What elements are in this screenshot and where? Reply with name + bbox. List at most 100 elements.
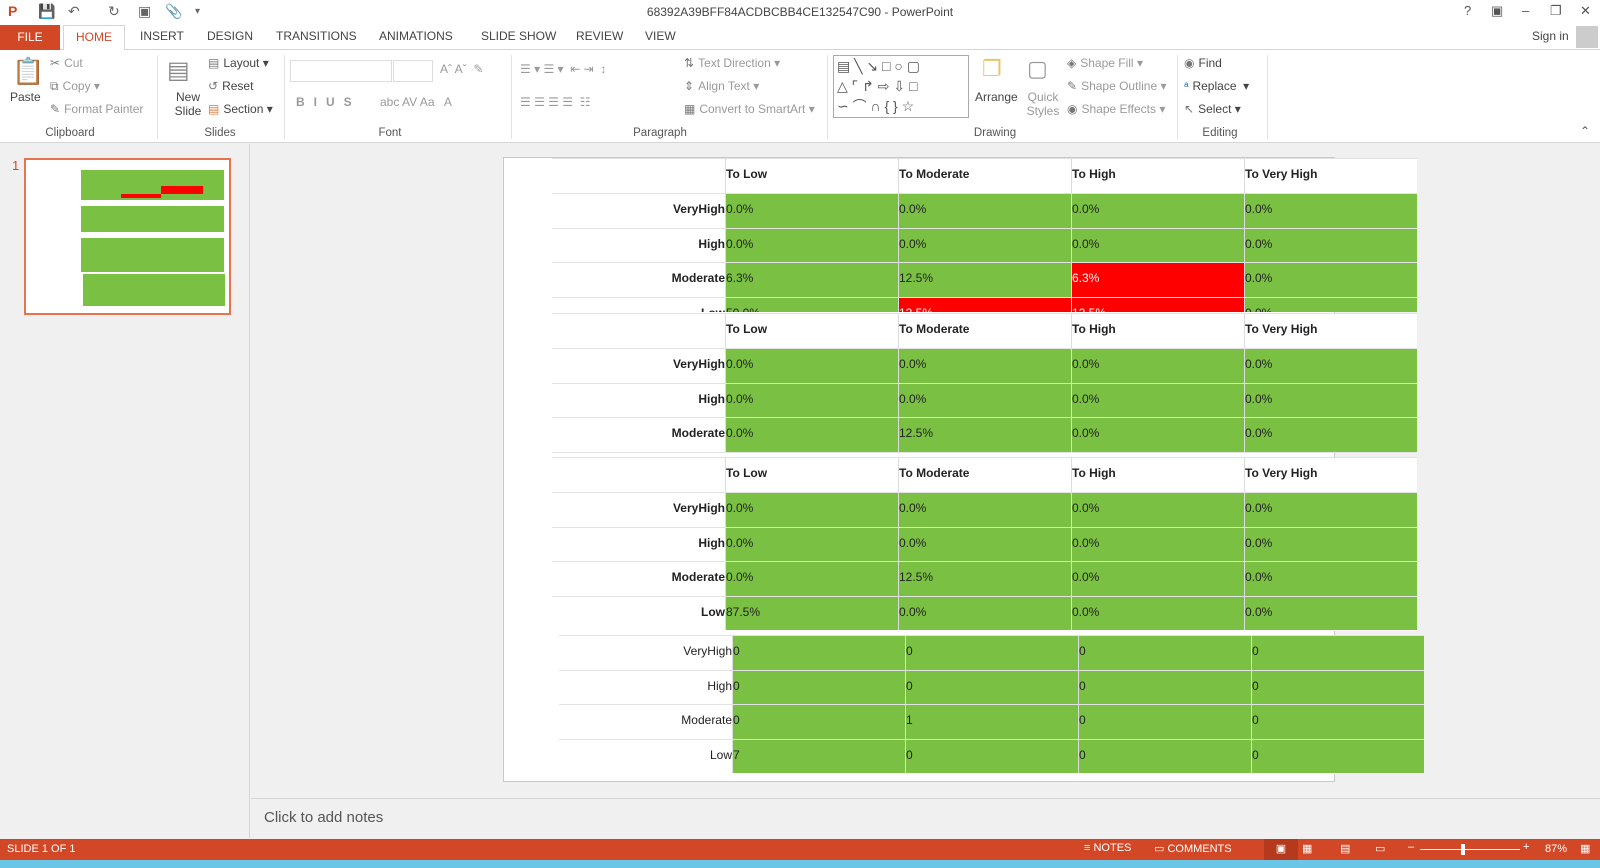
table-cell[interactable]: 0.0% bbox=[1071, 349, 1244, 383]
table-cell[interactable]: 0.0% bbox=[1071, 562, 1244, 596]
table-cell[interactable]: 6.3% bbox=[725, 263, 898, 297]
table-cell[interactable]: 0.0% bbox=[898, 194, 1071, 228]
text-direction-button[interactable]: ⇅ Text Direction ▾ bbox=[684, 56, 780, 70]
notes-placeholder[interactable]: Click to add notes bbox=[264, 809, 383, 826]
transition-table[interactable]: To Low To Moderate To High To Very High Very… bbox=[552, 313, 1417, 453]
tab-insert[interactable]: INSERT bbox=[132, 29, 192, 43]
zoom-slider-thumb[interactable] bbox=[1461, 844, 1465, 855]
new-slide-button[interactable]: New Slide bbox=[168, 90, 208, 118]
tab-view[interactable]: VIEW bbox=[637, 29, 684, 43]
table-cell[interactable]: 0.0% bbox=[898, 383, 1071, 417]
reset-button[interactable]: ↺ Reset bbox=[208, 79, 253, 93]
table-cell[interactable]: 0 bbox=[1251, 670, 1424, 704]
copy-button[interactable]: ⧉ Copy ▾ bbox=[50, 79, 100, 94]
restore-button[interactable]: ❐ bbox=[1550, 3, 1562, 19]
table-cell[interactable]: 0.0% bbox=[898, 493, 1071, 527]
shape-fill-button[interactable]: ◈ Shape Fill ▾ bbox=[1067, 56, 1143, 70]
table-cell[interactable] bbox=[725, 452, 898, 453]
tab-transitions[interactable]: TRANSITIONS bbox=[268, 29, 365, 43]
font-format-buttons[interactable]: BIUS bbox=[296, 95, 361, 109]
column-header[interactable]: To Very High bbox=[1244, 159, 1417, 193]
table-cell[interactable]: 12.5% bbox=[898, 263, 1071, 297]
table-cell[interactable]: 0 bbox=[1251, 636, 1424, 670]
table-cell[interactable]: 0 bbox=[1078, 636, 1251, 670]
table-cell[interactable]: 0 bbox=[1251, 705, 1424, 739]
collapse-ribbon-icon[interactable]: ⌃ bbox=[1580, 124, 1590, 138]
column-header[interactable]: To Moderate bbox=[898, 314, 1071, 348]
table-cell[interactable]: 0 bbox=[732, 705, 905, 739]
column-header[interactable]: To Very High bbox=[1244, 314, 1417, 348]
minimize-button[interactable]: – bbox=[1522, 3, 1529, 18]
table-cell[interactable]: 0.0% bbox=[725, 493, 898, 527]
table-cell[interactable]: 0.0% bbox=[898, 349, 1071, 383]
table-cell[interactable]: 0.0% bbox=[725, 527, 898, 561]
font-size-select[interactable] bbox=[393, 60, 433, 82]
table-cell[interactable]: 0.0% bbox=[1244, 263, 1417, 297]
table-cell[interactable]: 0.0% bbox=[1244, 349, 1417, 383]
table-cell[interactable]: 0.0% bbox=[725, 562, 898, 596]
notes-pane[interactable]: Click to add notes bbox=[251, 798, 1600, 838]
tab-design[interactable]: DESIGN bbox=[199, 29, 261, 43]
table-cell[interactable]: 0 bbox=[905, 670, 1078, 704]
table-cell[interactable]: 0 bbox=[732, 670, 905, 704]
shape-effects-button[interactable]: ◉ Shape Effects ▾ bbox=[1067, 102, 1165, 116]
quick-styles-button[interactable]: Quick Styles bbox=[1026, 90, 1060, 118]
reading-view-button[interactable]: ▤ bbox=[1340, 842, 1350, 855]
find-button[interactable]: ◉ Find bbox=[1184, 56, 1222, 70]
table-cell[interactable]: 0 bbox=[732, 636, 905, 670]
table-cell[interactable]: 0 bbox=[1078, 739, 1251, 773]
cut-button[interactable]: ✂ Cut bbox=[50, 56, 83, 70]
table-cell[interactable] bbox=[898, 452, 1071, 453]
paste-icon[interactable]: 📋 bbox=[12, 56, 44, 87]
table-cell[interactable]: 0.0% bbox=[1244, 194, 1417, 228]
user-avatar-icon[interactable] bbox=[1576, 26, 1598, 48]
table-cell[interactable]: 0.0% bbox=[725, 383, 898, 417]
table-cell[interactable]: 0.0% bbox=[725, 228, 898, 262]
table-cell[interactable]: 0.0% bbox=[898, 228, 1071, 262]
font-effects-buttons[interactable]: abc AV Aa A bbox=[380, 95, 452, 109]
column-header[interactable]: To Moderate bbox=[898, 159, 1071, 193]
transition-table[interactable]: To Low To Moderate To High To Very High Very… bbox=[552, 158, 1417, 312]
fit-to-window-icon[interactable]: ▦ bbox=[1580, 842, 1590, 855]
zoom-level[interactable]: 87% bbox=[1545, 843, 1567, 855]
list-buttons[interactable]: ☰ ▾ ☰ ▾ ⇤ ⇥ ↕ bbox=[520, 62, 606, 76]
table-cell[interactable]: 12.5% bbox=[898, 297, 1071, 312]
table-cell[interactable]: 0.0% bbox=[1244, 297, 1417, 312]
table-cell[interactable]: 0.0% bbox=[1244, 228, 1417, 262]
alignment-buttons[interactable]: ☰ ☰ ☰ ☰ ☷ bbox=[520, 95, 590, 109]
column-header[interactable]: To High bbox=[1071, 458, 1244, 492]
tab-slide-show[interactable]: SLIDE SHOW bbox=[473, 29, 564, 43]
replace-button[interactable]: ᵃ Replace ▾ bbox=[1184, 79, 1249, 93]
table-cell[interactable]: 0.0% bbox=[725, 349, 898, 383]
format-painter-button[interactable]: ✎ Format Painter bbox=[50, 102, 143, 116]
table-cell[interactable]: 0.0% bbox=[725, 194, 898, 228]
zoom-slider[interactable] bbox=[1420, 849, 1520, 850]
align-text-button[interactable]: ⇕ Align Text ▾ bbox=[684, 79, 759, 93]
column-header[interactable]: To Moderate bbox=[898, 458, 1071, 492]
table-cell[interactable]: 0.0% bbox=[1244, 596, 1417, 630]
help-button[interactable]: ? bbox=[1464, 3, 1471, 18]
column-header[interactable]: To High bbox=[1071, 159, 1244, 193]
convert-smartart-button[interactable]: ▦ Convert to SmartArt ▾ bbox=[684, 102, 815, 116]
close-button[interactable]: ✕ bbox=[1580, 3, 1591, 19]
table-cell[interactable]: 0.0% bbox=[1071, 418, 1244, 452]
table-cell[interactable]: 0 bbox=[1078, 705, 1251, 739]
table-cell[interactable]: 0.0% bbox=[898, 596, 1071, 630]
table-cell[interactable]: 0 bbox=[905, 636, 1078, 670]
table-cell[interactable]: 1 bbox=[905, 705, 1078, 739]
table-cell[interactable]: 0 bbox=[1078, 670, 1251, 704]
slideshow-view-button[interactable]: ▭ bbox=[1375, 842, 1385, 855]
sign-in-link[interactable]: Sign in bbox=[1524, 29, 1577, 43]
table-cell[interactable]: 0.0% bbox=[1071, 527, 1244, 561]
shape-outline-button[interactable]: ✎ Shape Outline ▾ bbox=[1067, 79, 1166, 93]
table-cell[interactable]: 6.3% bbox=[1071, 263, 1244, 297]
column-header[interactable]: To Low bbox=[725, 314, 898, 348]
font-name-select[interactable] bbox=[290, 60, 392, 82]
quick-styles-icon[interactable]: ▢ bbox=[1027, 56, 1048, 82]
arrange-button[interactable]: Arrange bbox=[975, 90, 1018, 104]
tab-file[interactable]: FILE bbox=[0, 25, 60, 50]
select-button[interactable]: ↖ Select ▾ bbox=[1184, 102, 1241, 116]
section-button[interactable]: ▤ Section ▾ bbox=[208, 102, 273, 116]
table-cell[interactable]: 0 bbox=[1251, 739, 1424, 773]
font-size-controls[interactable]: Aˆ Aˇ ✎ bbox=[440, 62, 483, 76]
